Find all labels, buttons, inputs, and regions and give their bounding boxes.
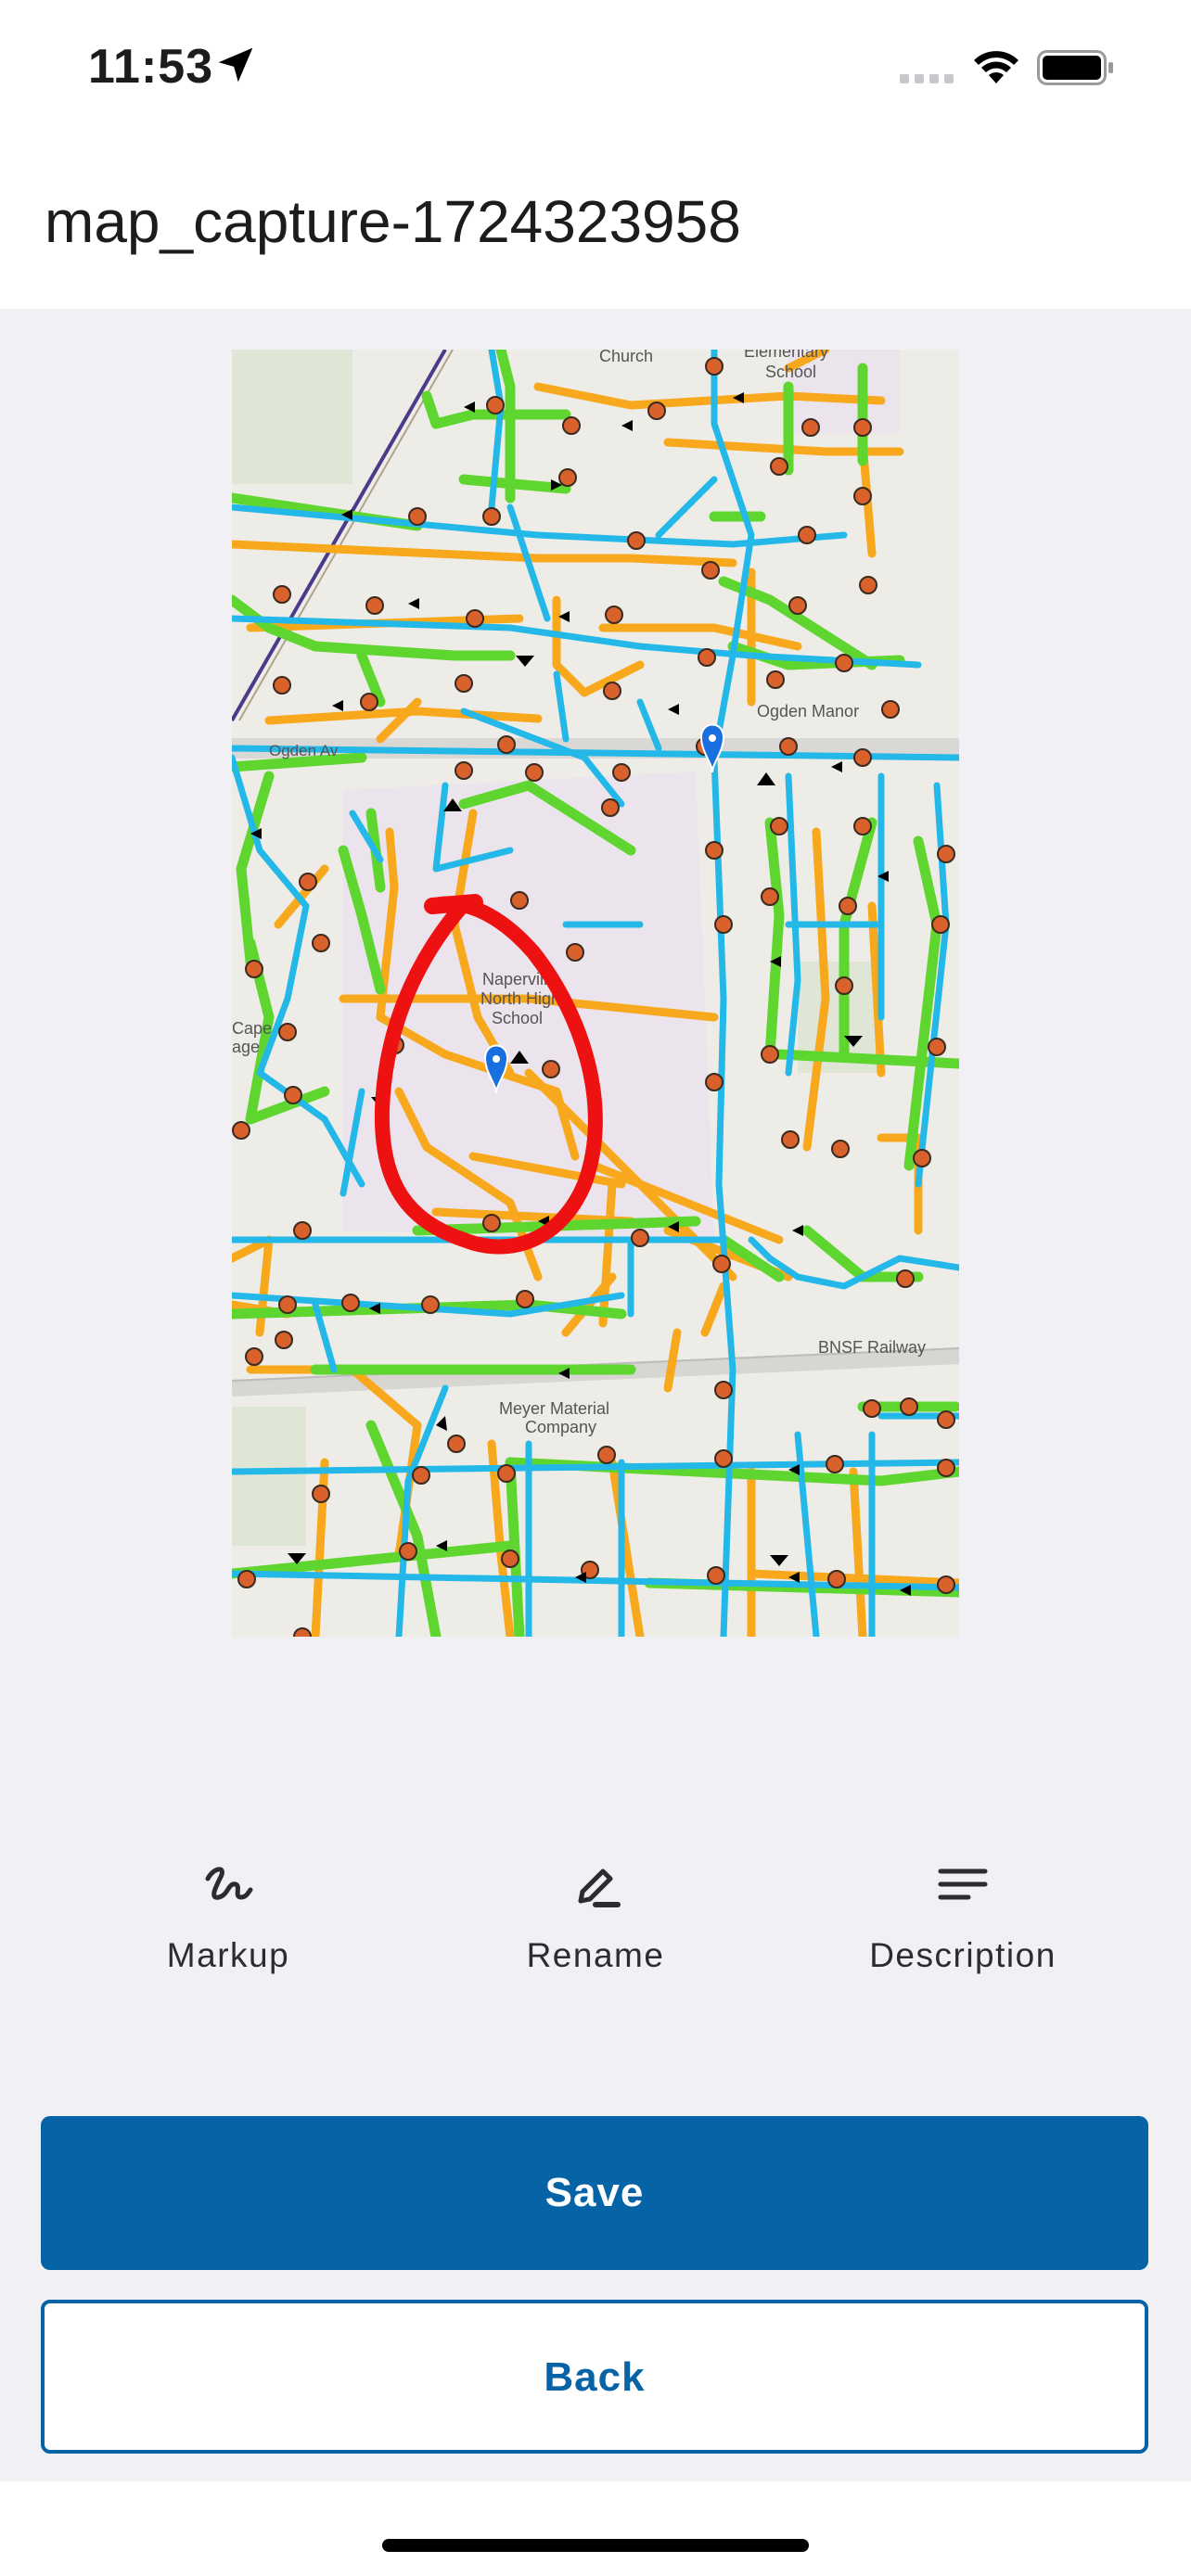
action-row: Markup Rename Description [0,1855,1191,1984]
map-label-age: age [232,1038,260,1056]
map-label-school-2: School [492,1009,543,1027]
rename-label: Rename [526,1936,665,1974]
map-label-cape: Cape [232,1019,272,1038]
map-label-church: Church [599,350,653,365]
signal-icon [900,74,954,83]
description-label: Description [869,1936,1057,1974]
markup-action[interactable]: Markup [89,1855,367,1984]
battery-icon [1037,50,1113,85]
page-title: map_capture-1724323958 [45,188,741,255]
bottom-safe-area [0,2481,1191,2576]
markup-label: Markup [166,1936,290,1974]
map-label-ogden-av: Ogden Av [269,742,339,759]
header: map_capture-1724323958 [0,139,1191,309]
markup-squiggle-icon [205,1867,253,1900]
rename-action[interactable]: Rename [456,1855,735,1984]
map-svg: Church Elementary School Ogden Manor Ogd… [232,350,959,1637]
map-label-meyer: Meyer Material [499,1399,609,1418]
description-action[interactable]: Description [824,1855,1102,1984]
back-button[interactable]: Back [41,2300,1148,2454]
status-time: 11:53 [88,40,214,94]
map-label-company: Company [525,1418,596,1436]
location-arrow-icon [218,47,253,83]
home-indicator[interactable] [382,2539,809,2552]
text-lines-icon [938,1868,988,1900]
map-label-ogden-manor: Ogden Manor [757,702,859,721]
map-capture-image[interactable]: Church Elementary School Ogden Manor Ogd… [232,350,959,1637]
map-label-school: School [765,363,816,381]
map-label-north-high: North High [480,989,560,1008]
pencil-icon [578,1868,621,1907]
save-button[interactable]: Save [41,2116,1148,2270]
map-label-elementary: Elementary [744,350,828,361]
status-bar: 11:53 [0,0,1191,139]
wifi-icon [974,51,1018,83]
map-label-bnsf: BNSF Railway [818,1338,926,1357]
